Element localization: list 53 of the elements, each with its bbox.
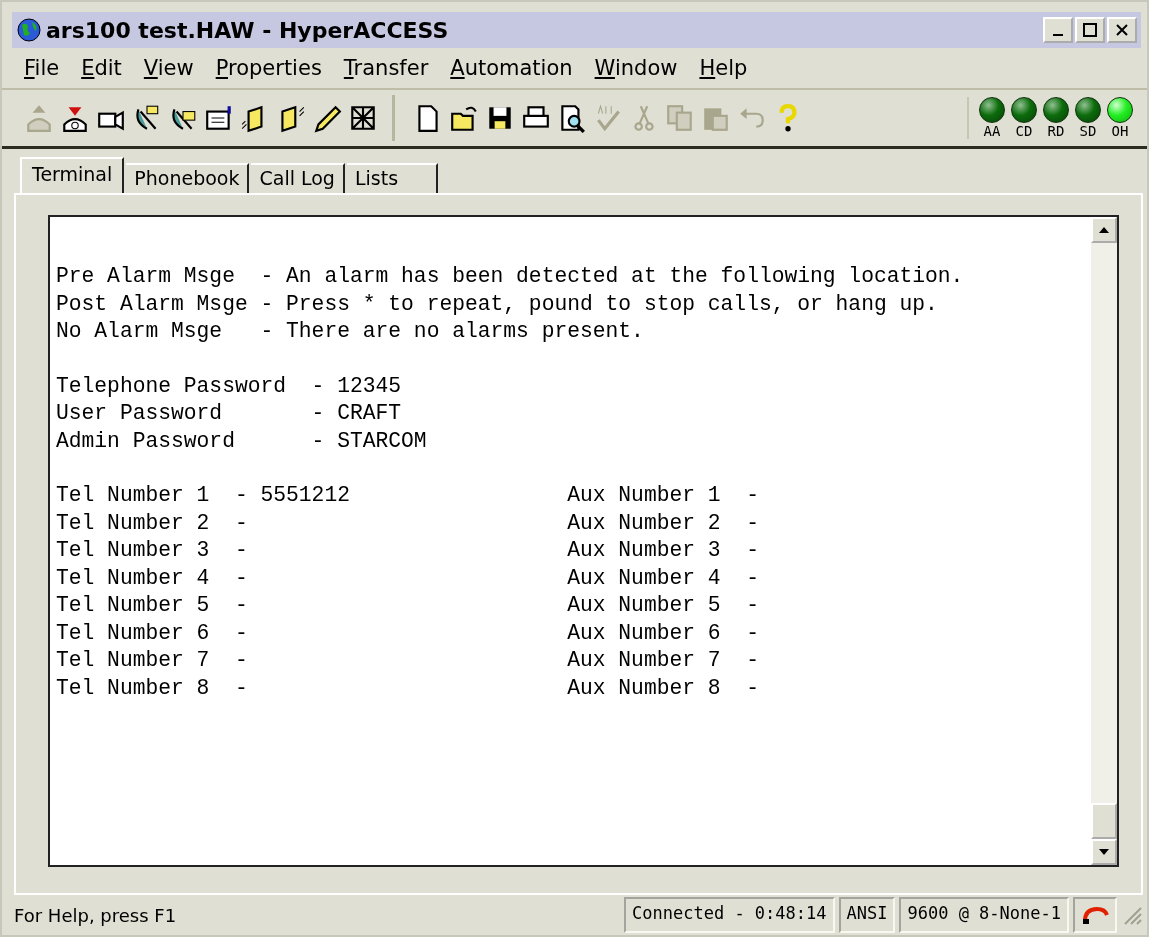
tab[interactable]: Call Log	[251, 163, 345, 193]
scroll-up-button[interactable]	[1091, 217, 1117, 243]
scroll-thumb[interactable]	[1091, 803, 1117, 839]
scrollbar[interactable]	[1091, 217, 1117, 865]
down-arrow-icon	[1099, 849, 1109, 855]
up-arrow-icon	[1099, 227, 1109, 233]
scroll-down-button[interactable]	[1091, 839, 1117, 865]
terminal-line: Tel Number 5 - Aux Number 5 -	[56, 592, 760, 619]
menu-item[interactable]: Edit	[73, 56, 130, 80]
terminal-line: Tel Number 1 - 5551212 Aux Number 1 -	[56, 482, 760, 509]
menu-item[interactable]: Transfer	[335, 56, 437, 80]
terminal-line: Tel Number 4 - Aux Number 4 -	[56, 564, 760, 592]
menu-item[interactable]: Window	[586, 56, 686, 80]
menu-item[interactable]: View	[135, 56, 202, 80]
minimize-button[interactable]	[1043, 17, 1073, 43]
minimize-icon	[1053, 34, 1063, 36]
globe-icon	[16, 17, 42, 43]
window-title: ars100 test.HAW - HyperACCESS	[46, 17, 450, 43]
terminal-line: Tel Number 6 - Aux Number 6 -	[56, 619, 760, 647]
terminal-line: Telephone Password - 12345	[56, 372, 403, 400]
pencil-icon[interactable]	[312, 103, 342, 133]
mesh-icon[interactable]	[348, 103, 378, 133]
maximize-icon	[1083, 23, 1097, 37]
terminal-line: Pre Alarm Msge - An alarm has been detected at the following location.	[56, 263, 965, 290]
terminal-line: Tel Number 8 - Aux Number 8 -	[56, 674, 760, 702]
tab[interactable]: Phonebook	[126, 163, 250, 193]
terminal-line: Tel Number 2 - Aux Number 2 -	[56, 509, 760, 537]
maximize-button[interactable]	[1075, 17, 1105, 43]
status-pane: ANSI	[838, 897, 896, 933]
light-label: AA	[983, 123, 1001, 139]
card-icon[interactable]	[204, 103, 234, 133]
status-pane: 9600 @ 8-None-1	[899, 897, 1069, 933]
tab[interactable]: Terminal	[20, 157, 125, 193]
menu-item[interactable]: Help	[691, 56, 756, 80]
close-button[interactable]	[1107, 17, 1137, 43]
light-label: SD	[1079, 123, 1097, 139]
light-label: RD	[1047, 123, 1065, 139]
menu-item[interactable]: Properties	[207, 56, 330, 80]
light-label: OH	[1111, 123, 1129, 139]
status-pane: Connected - 0:48:14	[624, 897, 835, 933]
terminal-line: Post Alarm Msge - Press * to repeat, pound to stop calls, or hang up.	[56, 290, 939, 318]
terminal-line: User Password - CRAFT	[56, 400, 403, 427]
modem-icon	[1081, 905, 1109, 925]
terminal-line: Tel Number 3 - Aux Number 3 -	[56, 537, 760, 564]
close-icon	[1116, 24, 1128, 36]
terminal-line: No Alarm Msge - There are no alarms present.	[56, 318, 645, 345]
menu-item[interactable]: File	[16, 56, 68, 80]
light-label: CD	[1015, 123, 1033, 139]
terminal-line: Tel Number 7 - Aux Number 7 -	[56, 647, 760, 674]
tab[interactable]: Lists	[346, 163, 439, 193]
help-hint: For Help, press F1	[14, 904, 178, 926]
terminal-line: Admin Password - STARCOM	[56, 427, 428, 455]
menu-item[interactable]: Automation	[442, 56, 581, 80]
